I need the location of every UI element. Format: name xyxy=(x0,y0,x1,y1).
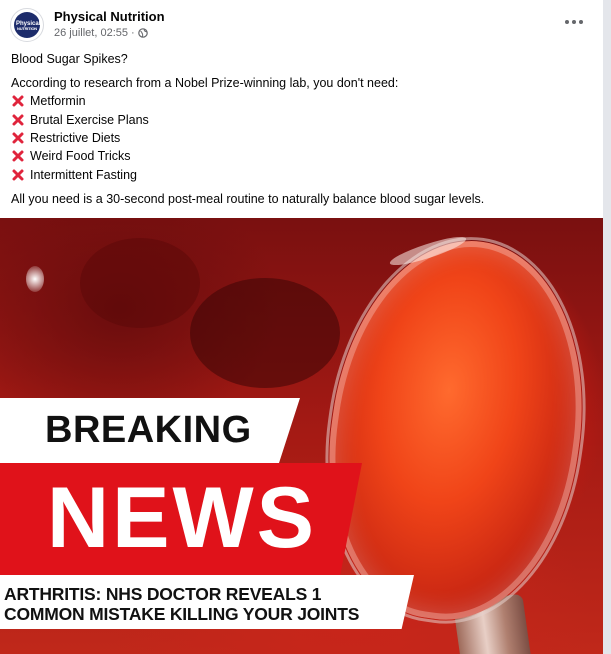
list-item-label: Restrictive Diets xyxy=(30,131,121,145)
light-reflection xyxy=(26,266,44,292)
list-item-label: Metformin xyxy=(30,94,86,108)
news-label: NEWS xyxy=(47,470,317,566)
list-item: Restrictive Diets xyxy=(11,130,120,146)
list-item-label: Brutal Exercise Plans xyxy=(30,113,149,127)
post-heading: Blood Sugar Spikes? xyxy=(11,52,128,66)
cross-mark-icon xyxy=(12,132,24,144)
cross-mark-icon xyxy=(12,169,24,181)
list-item: Intermittent Fasting xyxy=(11,167,137,183)
meta-separator: · xyxy=(131,27,135,39)
page-name-link[interactable]: Physical Nutrition xyxy=(54,9,165,24)
post-timestamp[interactable]: 26 juillet, 02:55 xyxy=(54,27,128,39)
list-item: Brutal Exercise Plans xyxy=(11,112,149,128)
list-item-label: Intermittent Fasting xyxy=(30,168,137,182)
list-item: Weird Food Tricks xyxy=(11,148,131,164)
more-options-button[interactable] xyxy=(561,14,587,30)
cross-mark-icon xyxy=(12,150,24,162)
cross-mark-icon xyxy=(12,114,24,126)
more-horizontal-icon xyxy=(565,20,569,24)
image-caption-line-1: ARTHRITIS: NHS DOCTOR REVEALS 1 xyxy=(4,584,322,604)
post-card: Physical NUTRITION Physical Nutrition 26… xyxy=(0,0,603,654)
feed-gutter xyxy=(603,0,611,654)
post-closing: All you need is a 30-second post-meal ro… xyxy=(11,192,485,206)
breaking-label: BREAKING xyxy=(45,409,252,451)
globe-icon[interactable] xyxy=(137,28,148,38)
page-avatar[interactable]: Physical NUTRITION xyxy=(10,8,44,42)
cross-mark-icon xyxy=(12,95,24,107)
post-image[interactable]: BREAKING NEWS ARTHRITIS: NHS DOCTOR REVE… xyxy=(0,218,603,654)
list-item-label: Weird Food Tricks xyxy=(30,149,131,163)
avatar-logo-text-bottom: NUTRITION xyxy=(17,26,37,31)
post-intro: According to research from a Nobel Prize… xyxy=(11,76,399,90)
post-meta: 26 juillet, 02:55 · xyxy=(54,27,148,39)
image-caption-line-2: COMMON MISTAKE KILLING YOUR JOINTS xyxy=(4,604,360,624)
list-item: Metformin xyxy=(11,93,86,109)
